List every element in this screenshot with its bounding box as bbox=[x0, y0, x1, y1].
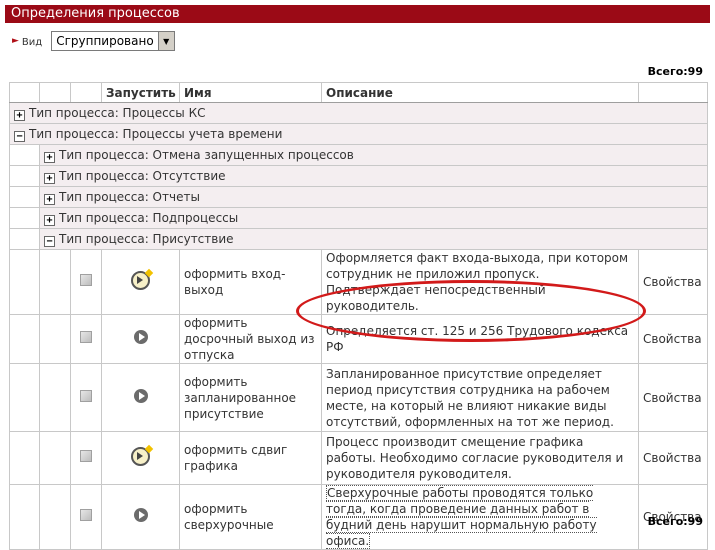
table-row: оформить сверхурочные Сверхурочные работ… bbox=[9, 484, 708, 550]
triangle-right-icon: ► bbox=[12, 36, 19, 46]
process-name: оформить сверхурочные bbox=[179, 484, 322, 550]
subgroup-label: Тип процесса: Отчеты bbox=[59, 189, 200, 204]
process-description: Определяется ст. 125 и 256 Трудового код… bbox=[321, 314, 639, 364]
play-icon[interactable] bbox=[133, 508, 148, 522]
table-row: оформить вход-выход Оформляется факт вхо… bbox=[9, 249, 708, 315]
group-row[interactable]: + Тип процесса: Процессы КС bbox=[9, 102, 708, 124]
play-icon[interactable] bbox=[133, 330, 148, 344]
plus-icon[interactable]: + bbox=[14, 109, 25, 121]
properties-link[interactable]: Свойства bbox=[638, 363, 708, 432]
view-select-value: Сгруппировано bbox=[56, 34, 154, 48]
table-row: оформить сдвиг графика Процесс производи… bbox=[9, 431, 708, 485]
process-name: оформить досрочный выход из отпуска bbox=[179, 314, 322, 364]
row-checkbox[interactable] bbox=[80, 331, 92, 343]
view-bar: ► Вид Сгруппировано ▼ bbox=[12, 31, 175, 51]
process-name: оформить вход-выход bbox=[179, 249, 322, 315]
header-launch[interactable]: Запустить bbox=[101, 82, 180, 103]
clock-run-icon[interactable] bbox=[131, 446, 150, 466]
process-name: оформить запланированное присутствие bbox=[179, 363, 322, 432]
process-description: Запланированное присутствие определяет п… bbox=[321, 363, 639, 432]
properties-link[interactable]: Свойства bbox=[638, 249, 708, 315]
plus-icon[interactable]: + bbox=[44, 214, 55, 226]
row-checkbox[interactable] bbox=[80, 389, 92, 402]
group-row[interactable]: − Тип процесса: Процессы учета времени bbox=[9, 123, 708, 145]
subgroup-row[interactable]: − Тип процесса: Присутствие bbox=[9, 228, 708, 250]
total-count-top: Всего:99 bbox=[647, 65, 703, 78]
process-description: Процесс производит смещение графика рабо… bbox=[321, 431, 639, 485]
row-checkbox[interactable] bbox=[80, 274, 92, 286]
view-select[interactable]: Сгруппировано ▼ bbox=[51, 31, 175, 51]
plus-icon[interactable]: + bbox=[44, 172, 55, 184]
subgroup-label: Тип процесса: Отмена запущенных процессо… bbox=[59, 147, 354, 162]
table-row: оформить досрочный выход из отпуска Опре… bbox=[9, 314, 708, 364]
subgroup-row[interactable]: + Тип процесса: Отмена запущенных процесс… bbox=[9, 144, 708, 166]
subgroup-row[interactable]: + Тип процесса: Подпроцессы bbox=[9, 207, 708, 229]
chevron-down-icon[interactable]: ▼ bbox=[157, 32, 174, 50]
total-count-bottom: Всего:99 bbox=[647, 515, 703, 528]
view-label: Вид bbox=[21, 37, 43, 48]
plus-icon[interactable]: + bbox=[44, 151, 55, 163]
group-label: Тип процесса: Процессы КС bbox=[29, 105, 206, 120]
subgroup-row[interactable]: + Тип процесса: Отчеты bbox=[9, 186, 708, 208]
header-description[interactable]: Описание bbox=[321, 82, 639, 103]
row-checkbox[interactable] bbox=[80, 509, 92, 521]
process-description: Сверхурочные работы проводятся только то… bbox=[326, 485, 597, 549]
plus-icon[interactable]: + bbox=[44, 193, 55, 205]
table-header: Запустить Имя Описание bbox=[9, 82, 708, 103]
minus-icon[interactable]: − bbox=[44, 235, 55, 247]
process-description: Оформляется факт входа-выхода, при котор… bbox=[321, 249, 639, 315]
group-label: Тип процесса: Процессы учета времени bbox=[29, 126, 283, 141]
subgroup-label: Тип процесса: Отсутствие bbox=[59, 168, 226, 183]
clock-run-icon[interactable] bbox=[131, 270, 150, 290]
table-row: оформить запланированное присутствие Зап… bbox=[9, 363, 708, 432]
minus-icon[interactable]: − bbox=[14, 130, 25, 142]
row-checkbox[interactable] bbox=[80, 450, 92, 462]
subgroup-row[interactable]: + Тип процесса: Отсутствие bbox=[9, 165, 708, 187]
page-title: Определения процессов bbox=[5, 5, 710, 23]
process-name: оформить сдвиг графика bbox=[179, 431, 322, 485]
header-name[interactable]: Имя bbox=[179, 82, 322, 103]
process-table: Запустить Имя Описание + Тип процесса: Пр… bbox=[9, 82, 708, 550]
play-icon[interactable] bbox=[133, 388, 148, 403]
subgroup-label: Тип процесса: Подпроцессы bbox=[59, 210, 239, 225]
properties-link[interactable]: Свойства bbox=[638, 431, 708, 485]
properties-link[interactable]: Свойства bbox=[638, 314, 708, 364]
subgroup-label: Тип процесса: Присутствие bbox=[59, 231, 234, 246]
